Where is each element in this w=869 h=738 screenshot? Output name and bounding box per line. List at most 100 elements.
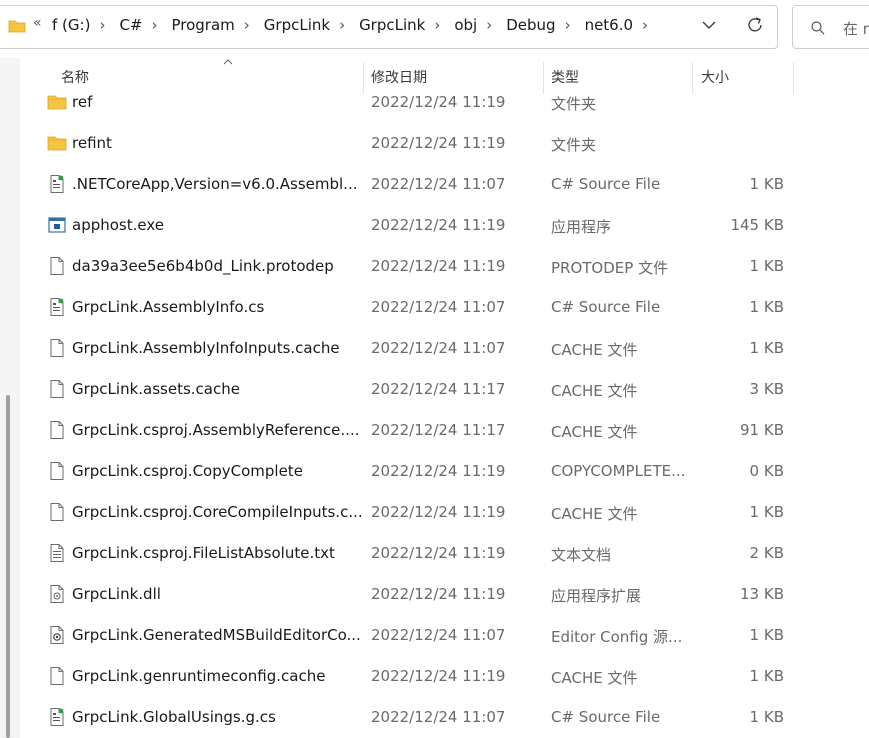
file-date-modified: 2022/12/24 11:19 <box>371 216 506 234</box>
file-type: Editor Config 源... <box>551 628 683 646</box>
file-type: CACHE 文件 <box>551 423 638 441</box>
file-date-modified: 2022/12/24 11:07 <box>371 708 506 726</box>
search-box[interactable]: 在 n <box>792 5 869 49</box>
file-name: .NETCoreApp,Version=v6.0.Assembl... <box>72 175 358 193</box>
breadcrumb-item[interactable]: net6.0 <box>585 16 633 34</box>
file-name: ref <box>72 93 93 111</box>
file-row[interactable]: GrpcLink.AssemblyInfo.cs 2022/12/24 11:07… <box>20 287 869 328</box>
file-type: 文本文档 <box>551 546 612 564</box>
breadcrumb-separator-icon[interactable]: › <box>565 16 571 34</box>
file-row[interactable]: GrpcLink.csproj.FileListAbsolute.txt 2022… <box>20 533 869 574</box>
file-size: 1 KB <box>749 667 784 685</box>
search-icon <box>811 21 825 35</box>
file-type: PROTODEP 文件 <box>551 259 669 277</box>
breadcrumb-overflow-icon[interactable]: « <box>33 15 42 31</box>
file-date-modified: 2022/12/24 11:19 <box>371 462 506 480</box>
file-row[interactable]: GrpcLink.csproj.CoreCompileInputs.c... 20… <box>20 492 869 533</box>
breadcrumb-item[interactable]: obj <box>454 16 477 34</box>
file-name: GrpcLink.GlobalUsings.g.cs <box>72 708 276 726</box>
file-row[interactable]: GrpcLink.GeneratedMSBuildEditorCo... 2022… <box>20 615 869 656</box>
file-date-modified: 2022/12/24 11:19 <box>371 503 506 521</box>
file-date-modified: 2022/12/24 11:19 <box>371 544 506 562</box>
file-row[interactable]: GrpcLink.dll 2022/12/24 11:19 应用程序扩展 13 KB <box>20 574 869 615</box>
file-name: GrpcLink.AssemblyInfo.cs <box>72 298 265 316</box>
file-row[interactable]: GrpcLink.csproj.CopyComplete 2022/12/24 1… <box>20 451 869 492</box>
config-file-icon <box>50 626 64 644</box>
folder-icon <box>8 20 26 33</box>
file-icon <box>50 257 64 275</box>
file-size: 1 KB <box>749 257 784 275</box>
file-date-modified: 2022/12/24 11:17 <box>371 380 506 398</box>
file-size: 13 KB <box>740 585 784 603</box>
file-size: 3 KB <box>749 380 784 398</box>
file-icon <box>50 339 64 357</box>
file-name: GrpcLink.csproj.CoreCompileInputs.c... <box>72 503 363 521</box>
file-row[interactable]: apphost.exe 2022/12/24 11:19 应用程序 145 KB <box>20 205 869 246</box>
navigation-pane-edge <box>0 58 20 738</box>
file-type: COPYCOMPLETE... <box>551 462 686 480</box>
breadcrumb-separator-icon[interactable]: › <box>486 16 492 34</box>
file-size: 1 KB <box>749 708 784 726</box>
breadcrumb-separator-icon[interactable]: › <box>339 16 345 34</box>
file-name: GrpcLink.assets.cache <box>72 380 240 398</box>
file-icon <box>50 462 64 480</box>
breadcrumb-separator-icon[interactable]: › <box>151 16 157 34</box>
file-date-modified: 2022/12/24 11:19 <box>371 585 506 603</box>
file-row[interactable]: GrpcLink.GlobalUsings.g.cs 2022/12/24 11:… <box>20 697 869 738</box>
file-name: refint <box>72 134 112 152</box>
file-name: GrpcLink.csproj.AssemblyReference.... <box>72 421 360 439</box>
file-row[interactable]: GrpcLink.assets.cache 2022/12/24 11:17 CAC… <box>20 369 869 410</box>
file-size: 145 KB <box>730 216 784 234</box>
file-name: GrpcLink.csproj.FileListAbsolute.txt <box>72 544 335 562</box>
file-type: CACHE 文件 <box>551 382 638 400</box>
file-name: GrpcLink.dll <box>72 585 161 603</box>
breadcrumb-item[interactable]: C# <box>119 16 142 34</box>
file-type: 文件夹 <box>551 95 597 113</box>
chevron-down-icon[interactable] <box>698 14 720 36</box>
file-size: 1 KB <box>749 626 784 644</box>
breadcrumb-item[interactable]: f (G:) <box>52 16 90 34</box>
scrollbar-thumb[interactable] <box>6 395 10 738</box>
search-input[interactable]: 在 n <box>843 18 869 39</box>
file-row[interactable]: GrpcLink.genruntimeconfig.cache 2022/12/2… <box>20 656 869 697</box>
breadcrumb-separator-icon[interactable]: › <box>244 16 250 34</box>
file-type: 应用程序 <box>551 218 612 236</box>
refresh-icon[interactable] <box>744 14 766 36</box>
file-date-modified: 2022/12/24 11:07 <box>371 175 506 193</box>
file-type: CACHE 文件 <box>551 505 638 523</box>
file-type: CACHE 文件 <box>551 341 638 359</box>
file-row[interactable]: GrpcLink.AssemblyInfoInputs.cache 2022/12… <box>20 328 869 369</box>
breadcrumb-item[interactable]: GrpcLink <box>264 16 330 34</box>
file-row[interactable]: ref 2022/12/24 11:19 文件夹 <box>20 82 869 123</box>
file-date-modified: 2022/12/24 11:19 <box>371 667 506 685</box>
exe-icon <box>48 217 66 233</box>
breadcrumb-item[interactable]: GrpcLink <box>359 16 425 34</box>
address-bar-area: « f (G:) › C# › Program › GrpcLink › GrpcLink › ob… <box>0 0 869 58</box>
breadcrumb-separator-icon[interactable]: › <box>99 16 105 34</box>
folder-icon <box>47 95 67 110</box>
file-date-modified: 2022/12/24 11:07 <box>371 626 506 644</box>
file-type: 文件夹 <box>551 136 597 154</box>
breadcrumb-item[interactable]: Program <box>171 16 234 34</box>
text-file-icon <box>50 544 64 562</box>
file-row[interactable]: refint 2022/12/24 11:19 文件夹 <box>20 123 869 164</box>
file-icon <box>50 667 64 685</box>
sort-ascending-icon <box>223 59 233 65</box>
breadcrumb-item[interactable]: Debug <box>506 16 555 34</box>
file-size: 2 KB <box>749 544 784 562</box>
file-icon <box>50 503 64 521</box>
file-size: 1 KB <box>749 503 784 521</box>
file-row[interactable]: GrpcLink.csproj.AssemblyReference.... 202… <box>20 410 869 451</box>
file-row[interactable]: .NETCoreApp,Version=v6.0.Assembl... 2022/… <box>20 164 869 205</box>
file-icon <box>50 380 64 398</box>
file-date-modified: 2022/12/24 11:07 <box>371 339 506 357</box>
breadcrumb-separator-icon[interactable]: › <box>434 16 440 34</box>
file-date-modified: 2022/12/24 11:19 <box>371 93 506 111</box>
file-name: apphost.exe <box>72 216 164 234</box>
csharp-file-icon <box>50 708 64 726</box>
file-row[interactable]: da39a3ee5e6b4b0d_Link.protodep 2022/12/24… <box>20 246 869 287</box>
file-date-modified: 2022/12/24 11:17 <box>371 421 506 439</box>
breadcrumb-separator-icon[interactable]: › <box>642 16 648 34</box>
file-size: 1 KB <box>749 175 784 193</box>
file-size: 1 KB <box>749 298 784 316</box>
